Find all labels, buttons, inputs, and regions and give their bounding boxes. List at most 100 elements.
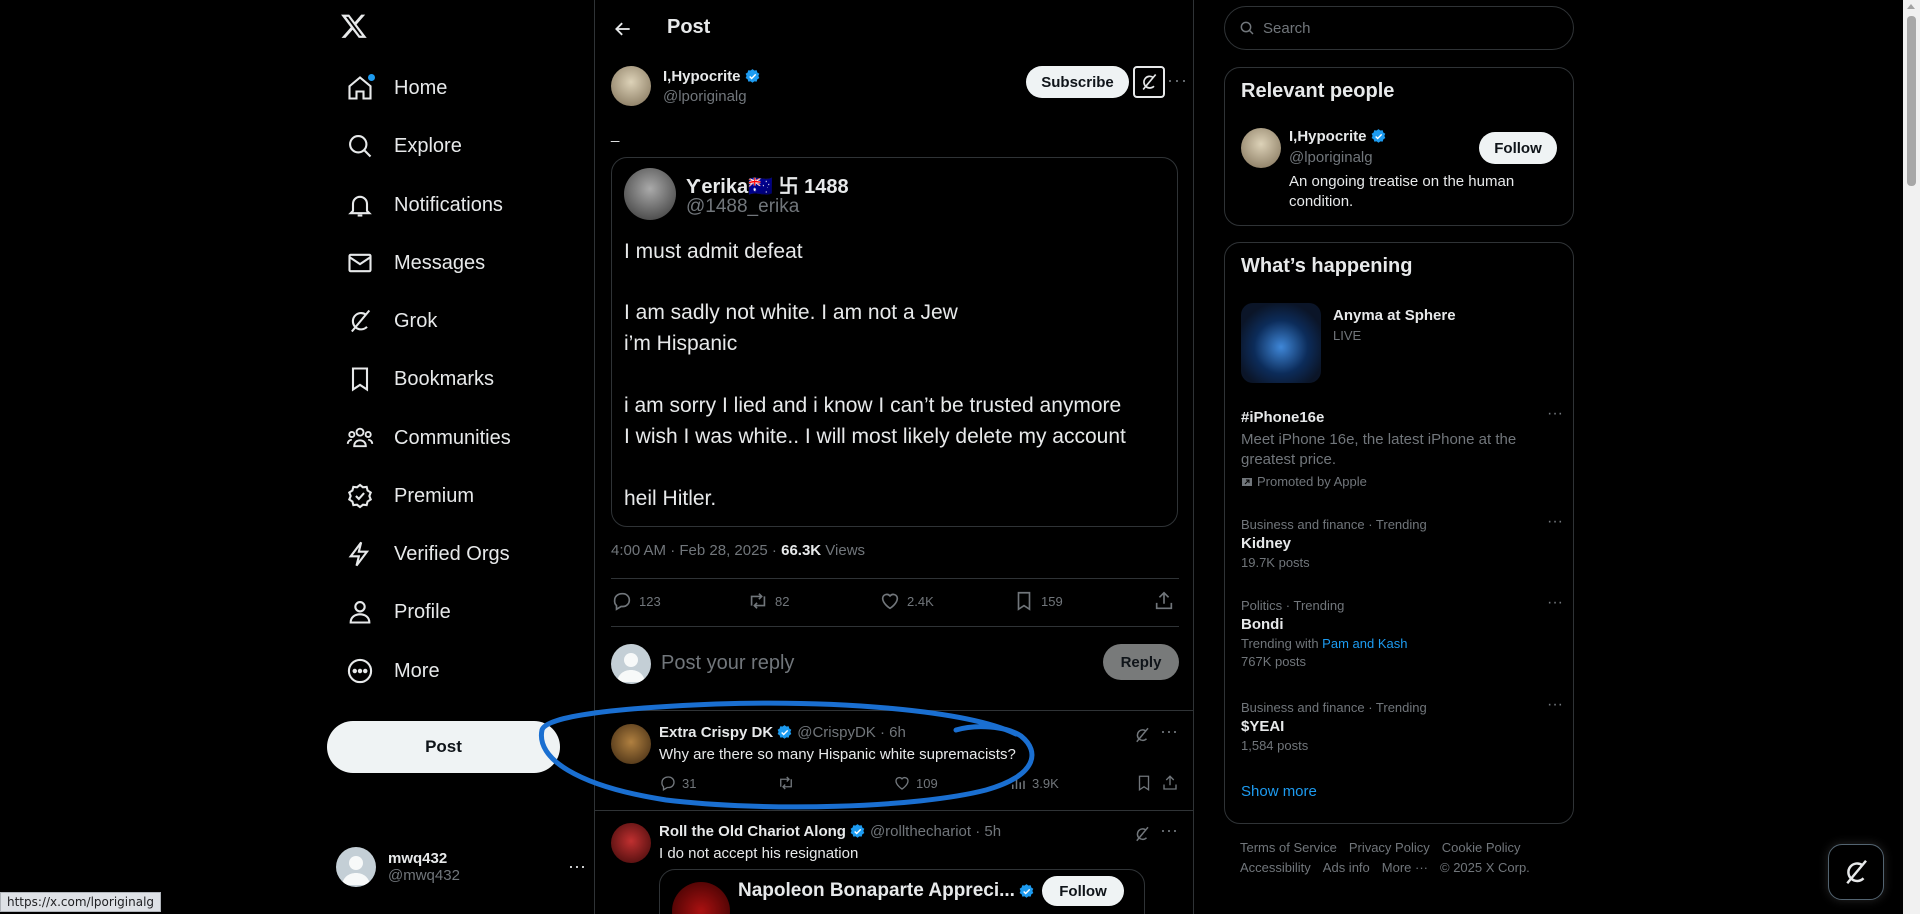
more-dots-icon[interactable]: ··· bbox=[1547, 513, 1563, 531]
nav-home[interactable]: Home bbox=[334, 64, 459, 112]
repost-action[interactable] bbox=[777, 774, 800, 792]
post-image[interactable]: Ƴerika🇦🇺 卐 1488 @1488_erika I must admit… bbox=[611, 157, 1178, 527]
grok-icon[interactable] bbox=[1133, 825, 1151, 843]
verified-badge-icon bbox=[1371, 129, 1385, 143]
relevant-name[interactable]: I,Hypocrite bbox=[1289, 128, 1387, 145]
divider bbox=[595, 810, 1193, 811]
nav-premium[interactable]: Premium bbox=[334, 472, 486, 520]
image-text-line: i am sorry I lied and i know I can’t be … bbox=[624, 394, 1122, 417]
trending-with-link[interactable]: Pam and Kash bbox=[1322, 636, 1407, 651]
reply-action[interactable]: 123 bbox=[611, 590, 661, 612]
trend-title: #iPhone16e bbox=[1241, 409, 1325, 426]
reply-input[interactable]: Post your reply bbox=[661, 652, 794, 675]
scroll-up-arrow-icon[interactable] bbox=[1907, 4, 1915, 9]
copyright: © 2025 X Corp. bbox=[1440, 860, 1530, 875]
reply-composer: Post your reply Reply bbox=[611, 644, 1179, 684]
more-dots-icon[interactable]: ··· bbox=[568, 856, 586, 877]
more-dots-icon[interactable]: ··· bbox=[1547, 594, 1563, 612]
reply-action[interactable]: 31 bbox=[659, 774, 696, 792]
verified-badge-icon bbox=[1019, 883, 1034, 898]
live-event-title: Anyma at Sphere bbox=[1333, 307, 1456, 324]
account-switcher[interactable]: mwq432 @mwq432 ··· bbox=[336, 842, 586, 892]
author-name[interactable]: I,Hypocrite bbox=[663, 68, 761, 85]
avatar[interactable] bbox=[611, 823, 651, 863]
repost-action[interactable]: 82 bbox=[747, 590, 789, 612]
reply-author[interactable]: Roll the Old Chariot Along @rollthechari… bbox=[659, 823, 1001, 840]
relevant-people-panel: Relevant people I,Hypocrite @lporiginalg… bbox=[1224, 67, 1574, 226]
quoted-profile-card[interactable]: Napoleon Bonaparte Appreci... Follow bbox=[659, 869, 1145, 914]
nav-bookmarks[interactable]: Bookmarks bbox=[334, 355, 506, 403]
avatar[interactable] bbox=[1241, 128, 1281, 168]
follow-button[interactable]: Follow bbox=[1479, 132, 1557, 164]
relevant-name-text: I,Hypocrite bbox=[1289, 128, 1367, 145]
nav-explore[interactable]: Explore bbox=[334, 122, 474, 170]
x-logo-icon[interactable] bbox=[340, 12, 370, 42]
live-event[interactable]: Anyma at Sphere LIVE bbox=[1333, 307, 1456, 343]
post-button[interactable]: Post bbox=[327, 721, 560, 773]
trend-count: 19.7K posts bbox=[1241, 555, 1310, 570]
back-arrow-icon[interactable] bbox=[613, 19, 633, 39]
footer-link[interactable]: Terms of Service bbox=[1240, 840, 1337, 855]
trend-item[interactable]: Business and finance · Trending $YEAI 1,… bbox=[1241, 696, 1563, 753]
more-dots-icon[interactable]: ··· bbox=[1160, 820, 1178, 841]
avatar[interactable] bbox=[611, 724, 651, 764]
footer-link[interactable]: Ads info bbox=[1323, 860, 1370, 875]
scrollbar[interactable] bbox=[1903, 0, 1920, 914]
nav-notifications[interactable]: Notifications bbox=[334, 181, 515, 229]
search-bar[interactable] bbox=[1224, 6, 1574, 50]
bookmark-action[interactable]: 159 bbox=[1013, 590, 1063, 612]
nav-profile[interactable]: Profile bbox=[334, 588, 463, 636]
share-action[interactable] bbox=[1153, 590, 1181, 612]
footer-link[interactable]: Accessibility bbox=[1240, 860, 1311, 875]
post-text: _ bbox=[611, 126, 620, 143]
nav-communities[interactable]: Communities bbox=[334, 414, 523, 462]
show-more-link[interactable]: Show more bbox=[1241, 783, 1317, 800]
nav-label: Communities bbox=[394, 426, 511, 449]
reply-button[interactable]: Reply bbox=[1103, 644, 1179, 680]
scrollbar-thumb[interactable] bbox=[1907, 16, 1916, 186]
subscribe-button[interactable]: Subscribe bbox=[1026, 66, 1129, 98]
avatar[interactable] bbox=[611, 66, 651, 106]
like-action[interactable]: 2.4K bbox=[879, 590, 934, 612]
more-circle-icon bbox=[346, 657, 374, 685]
nav-messages[interactable]: Messages bbox=[334, 239, 497, 287]
nav-grok[interactable]: Grok bbox=[334, 297, 449, 345]
nav-more[interactable]: More bbox=[334, 647, 452, 695]
bookmark-icon bbox=[346, 365, 374, 393]
like-action[interactable]: 109 bbox=[893, 774, 938, 792]
view-count: 66.3K bbox=[781, 542, 822, 559]
grok-icon[interactable] bbox=[1133, 726, 1151, 744]
more-dots-icon[interactable]: ··· bbox=[1547, 405, 1563, 423]
search-input[interactable] bbox=[1263, 19, 1563, 37]
reply-author[interactable]: Extra Crispy DK @CrispyDK · 6h bbox=[659, 724, 906, 741]
image-text-line: I am sadly not white. I am not a Jew bbox=[624, 301, 958, 324]
follow-button[interactable]: Follow bbox=[1042, 876, 1124, 906]
more-dots-icon[interactable]: ··· bbox=[1547, 696, 1563, 714]
footer-link[interactable]: Cookie Policy bbox=[1442, 840, 1521, 855]
trend-item[interactable]: #iPhone16e Meet iPhone 16e, the latest i… bbox=[1241, 405, 1563, 489]
trend-item[interactable]: Politics · Trending Bondi Trending with … bbox=[1241, 594, 1563, 669]
more-dots-icon[interactable]: ··· bbox=[1167, 70, 1188, 91]
trend-count: 767K posts bbox=[1241, 654, 1307, 669]
bookmark-icon bbox=[1138, 775, 1150, 792]
footer-link[interactable]: More ··· bbox=[1382, 860, 1428, 875]
grok-explain-button[interactable] bbox=[1133, 66, 1165, 98]
views-action[interactable]: 3.9K bbox=[1009, 774, 1059, 792]
like-count: 109 bbox=[916, 775, 938, 791]
verified-badge-icon bbox=[745, 69, 759, 83]
heart-icon bbox=[881, 593, 899, 610]
live-event-thumbnail[interactable] bbox=[1241, 303, 1321, 383]
post-timestamp[interactable]: 4:00 AM · Feb 28, 2025 · bbox=[611, 542, 781, 559]
share-action[interactable] bbox=[1161, 774, 1184, 792]
nav-label: Explore bbox=[394, 134, 462, 157]
trend-title: Kidney bbox=[1241, 535, 1292, 552]
grok-chat-button[interactable] bbox=[1828, 844, 1884, 900]
bookmark-action[interactable] bbox=[1135, 774, 1158, 792]
page-title: Post bbox=[667, 16, 711, 38]
footer-links: Accessibility Ads info More ··· © 2025 X… bbox=[1240, 860, 1570, 875]
nav-verified-orgs[interactable]: Verified Orgs bbox=[334, 530, 522, 578]
footer-link[interactable]: Privacy Policy bbox=[1349, 840, 1430, 855]
trend-item[interactable]: Business and finance · Trending Kidney 1… bbox=[1241, 513, 1563, 570]
author-handle[interactable]: @lporiginalg bbox=[663, 88, 747, 105]
more-dots-icon[interactable]: ··· bbox=[1160, 721, 1178, 742]
